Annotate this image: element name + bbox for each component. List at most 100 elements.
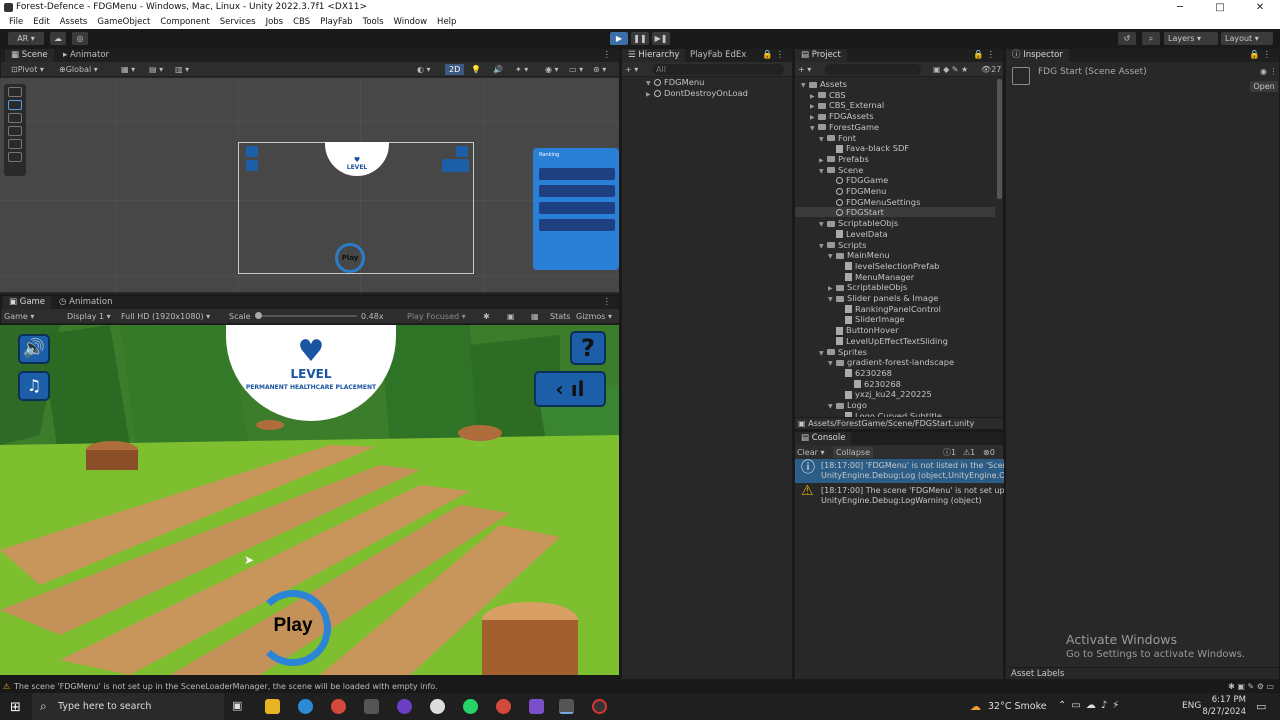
project-search-input[interactable] xyxy=(825,64,921,75)
inspector-menu-icon[interactable]: 🔒 ⋮ xyxy=(1243,49,1277,62)
project-tree-item[interactable]: 6230268 xyxy=(837,368,892,378)
search-icon[interactable]: ⌕ xyxy=(1142,32,1160,45)
audio-icon[interactable]: 🔊 xyxy=(493,64,503,75)
gizmos-dropdown[interactable]: Gizmos ▾ xyxy=(576,311,612,322)
warning-count[interactable]: ⚠1 xyxy=(963,447,975,458)
transform-tool-icon[interactable] xyxy=(8,152,22,162)
game-view-dropdown[interactable]: Game ▾ xyxy=(4,311,34,322)
snap-increment-icon[interactable]: ▤ ▾ xyxy=(149,64,163,75)
chrome-icon-2[interactable] xyxy=(496,699,511,714)
chrome-icon[interactable] xyxy=(331,699,346,714)
mute-audio-icon[interactable]: ▣ xyxy=(507,311,515,322)
account-dropdown[interactable]: AR ▾ xyxy=(8,32,44,45)
project-tree-item[interactable]: 6230268 xyxy=(846,379,901,389)
project-tree-item[interactable]: ButtonHover xyxy=(828,325,899,335)
console-log-row[interactable]: ⚠ [18:17:00] The scene 'FDGMenu' is not … xyxy=(795,484,1004,508)
play-focused-dropdown[interactable]: Play Focused ▾ xyxy=(407,311,466,322)
menu-jobs[interactable]: Jobs xyxy=(261,15,289,29)
project-tree-item[interactable]: Fava-black SDF xyxy=(828,143,909,153)
unity-editor-icon[interactable] xyxy=(559,699,574,714)
menu-services[interactable]: Services xyxy=(215,15,261,29)
tab-playfab-edex[interactable]: PlayFab EdEx xyxy=(684,49,752,62)
hidden-objects-icon[interactable]: ◉ ▾ xyxy=(545,64,559,75)
2d-toggle[interactable]: 2D xyxy=(445,64,465,75)
create-button[interactable]: + ▾ xyxy=(625,64,638,75)
menu-help[interactable]: Help xyxy=(432,15,461,29)
tab-inspector[interactable]: ⓘ Inspector xyxy=(1006,49,1069,62)
filter-icons[interactable]: ▣ ◆ ✎ ★ xyxy=(933,64,968,75)
menu-cbs[interactable]: CBS xyxy=(288,15,315,29)
menu-edit[interactable]: Edit xyxy=(28,15,54,29)
scale-slider[interactable] xyxy=(257,315,357,317)
menu-assets[interactable]: Assets xyxy=(55,15,93,29)
file-explorer-icon[interactable] xyxy=(265,699,280,714)
expand-arrow-icon[interactable]: ▼ xyxy=(819,220,827,230)
tab-hierarchy[interactable]: ☰ Hierarchy xyxy=(622,49,686,62)
collapse-toggle[interactable]: Collapse xyxy=(833,447,873,458)
project-tree-item[interactable]: LevelUpEffectTextSliding xyxy=(828,336,948,346)
tab-animation[interactable]: ◷ Animation xyxy=(53,296,118,309)
music-button[interactable]: ♫ xyxy=(18,371,50,401)
inspector-settings-icon[interactable]: ◉ ⋮ xyxy=(1260,67,1278,76)
taskbar-search[interactable]: ⌕ Type here to search xyxy=(32,693,224,720)
console-log-row[interactable]: ⓘ [18:17:00] 'FDGMenu' is not listed in … xyxy=(795,459,1004,483)
weather-text[interactable]: 32°C Smoke xyxy=(988,701,1047,712)
tray-icons[interactable]: ⌃▭☁♪⚡ xyxy=(1058,700,1124,711)
history-icon[interactable]: ↺ xyxy=(1118,32,1136,45)
expand-arrow-icon[interactable]: ▼ xyxy=(828,252,836,262)
project-tree-item[interactable]: FDGGame xyxy=(828,175,888,185)
grid-settings-icon[interactable]: ▥ ▾ xyxy=(175,64,189,75)
menu-tools[interactable]: Tools xyxy=(358,15,389,29)
tab-console[interactable]: ▤ Console xyxy=(795,432,852,445)
scene-viewport[interactable]: ♥ LEVEL Play Ranking xyxy=(0,78,619,292)
play-button-game[interactable]: Play xyxy=(262,615,324,639)
whatsapp-icon[interactable] xyxy=(463,699,478,714)
close-button[interactable]: ✕ xyxy=(1240,0,1280,15)
hand-tool-icon[interactable] xyxy=(8,87,22,97)
play-button[interactable]: ▶ xyxy=(610,32,628,45)
draw-mode-icon[interactable]: ◐ ▾ xyxy=(417,64,431,75)
scale-tool-icon[interactable] xyxy=(8,126,22,136)
game-viewport[interactable]: ♥ LEVEL PERMANENT HEALTHCARE PLACEMENT 🔊… xyxy=(0,325,619,675)
project-tree-item[interactable]: yxzj_ku24_220225 xyxy=(837,389,932,399)
move-tool-icon[interactable] xyxy=(8,100,22,110)
pivot-dropdown[interactable]: ⊡Pivot ▾ xyxy=(11,64,44,75)
lighting-icon[interactable]: 💡 xyxy=(471,64,481,75)
panel-menu-icon[interactable]: ⋮ xyxy=(597,49,618,62)
expand-arrow-icon[interactable]: ▼ xyxy=(819,349,827,359)
app-icon-white[interactable] xyxy=(430,699,445,714)
app-icon-purple[interactable] xyxy=(397,699,412,714)
asset-labels[interactable]: Asset Labels xyxy=(1006,667,1279,679)
ranking-button[interactable]: ‹ ıl xyxy=(534,371,606,407)
menu-gameobject[interactable]: GameObject xyxy=(92,15,155,29)
open-button[interactable]: Open xyxy=(1250,81,1278,92)
task-view-icon[interactable]: ▣ xyxy=(232,699,247,714)
minimize-button[interactable]: ─ xyxy=(1160,0,1200,15)
clear-dropdown[interactable]: Clear ▾ xyxy=(797,447,824,458)
game-panel-menu-icon[interactable]: ⋮ xyxy=(597,296,618,309)
project-create-button[interactable]: + ▾ xyxy=(798,64,811,75)
resolution-dropdown[interactable]: Full HD (1920x1080) ▾ xyxy=(121,311,210,322)
hierarchy-search-input[interactable]: All xyxy=(652,64,784,75)
bug-icon[interactable]: ✱ xyxy=(483,311,490,322)
project-tree-item[interactable]: SliderImage xyxy=(837,314,905,324)
project-scrollbar[interactable] xyxy=(997,79,1002,199)
maximize-button[interactable]: □ xyxy=(1200,0,1240,15)
stats-toggle[interactable]: Stats xyxy=(550,311,570,322)
recorder-icon[interactable] xyxy=(592,699,607,714)
unity-hub-icon[interactable] xyxy=(364,699,379,714)
layers-dropdown[interactable]: Layers ▾ xyxy=(1164,32,1218,45)
tab-game[interactable]: ▣ Game xyxy=(3,296,52,309)
tab-scene[interactable]: ▦ Scene xyxy=(5,49,54,62)
error-count[interactable]: ⊗0 xyxy=(983,447,995,458)
tab-animator[interactable]: ▸ Animator xyxy=(57,49,115,62)
rotate-tool-icon[interactable] xyxy=(8,113,22,123)
expand-arrow-icon[interactable]: ▼ xyxy=(828,359,836,369)
layout-dropdown[interactable]: Layout ▾ xyxy=(1221,32,1273,45)
rect-tool-icon[interactable] xyxy=(8,139,22,149)
display-dropdown[interactable]: Display 1 ▾ xyxy=(67,311,111,322)
grid-snap-icon[interactable]: ▦ ▾ xyxy=(121,64,135,75)
camera-icon[interactable]: ▭ ▾ xyxy=(569,64,583,75)
scale-slider-thumb[interactable] xyxy=(255,312,262,319)
project-tree-item[interactable]: FDGMenu xyxy=(828,186,886,196)
